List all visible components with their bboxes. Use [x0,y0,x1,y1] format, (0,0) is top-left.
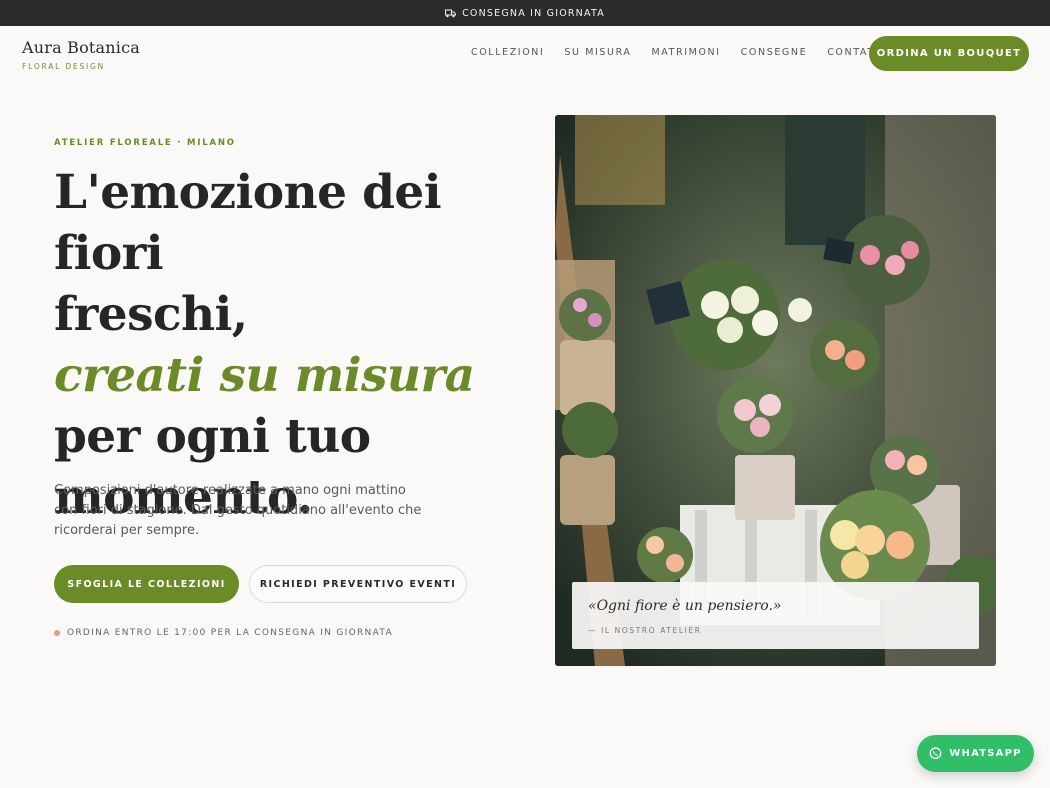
request-quote-button[interactable]: RICHIEDI PREVENTIVO EVENTI [249,565,467,603]
hero-eyebrow: ATELIER FLOREALE · MILANO [54,138,236,148]
brand-name: Aura Botanica [22,38,141,57]
truck-icon [445,9,457,18]
order-bouquet-button[interactable]: ORDINA UN BOUQUET [869,36,1029,71]
whatsapp-icon [929,747,942,760]
nav-item-consegne[interactable]: CONSEGNE [741,47,808,58]
status-dot [54,630,60,636]
delivery-note-text: ORDINA ENTRO LE 17:00 PER LA CONSEGNA IN… [67,628,393,638]
quote-text: «Ogni fiore è un pensiero.» [588,598,782,614]
announcement-bar: CONSEGNA IN GIORNATA [0,0,1050,26]
main-nav: COLLEZIONI SU MISURA MATRIMONI CONSEGNE … [471,47,906,58]
brand-logo[interactable]: Aura Botanica FLORAL DESIGN [22,38,140,71]
browse-collections-button[interactable]: SFOGLIA LE COLLEZIONI [54,565,239,603]
whatsapp-button[interactable]: WHATSAPP [917,735,1034,772]
nav-item-matrimoni[interactable]: MATRIMONI [652,47,721,58]
nav-item-su-misura[interactable]: SU MISURA [564,47,631,58]
headline-accent: creati su misura [54,348,475,403]
headline-line-2: freschi, [54,287,248,342]
brand-tagline: FLORAL DESIGN [22,62,106,71]
headline-line-1: L'emozione dei fiori [54,165,442,281]
quote-author: — IL NOSTRO ATELIER [588,626,702,635]
delivery-note: ORDINA ENTRO LE 17:00 PER LA CONSEGNA IN… [54,628,393,638]
hero-description: Composizioni d'autore realizzate a mano … [54,483,422,538]
nav-item-collezioni[interactable]: COLLEZIONI [471,47,544,58]
hero-headline: L'emozione dei fiori freschi, creati su … [54,162,524,528]
whatsapp-label: WHATSAPP [949,748,1022,759]
headline-line-3: per ogni tuo [54,409,371,464]
announcement-text: CONSEGNA IN GIORNATA [462,7,605,19]
quote-card: «Ogni fiore è un pensiero.» — IL NOSTRO … [572,582,979,649]
